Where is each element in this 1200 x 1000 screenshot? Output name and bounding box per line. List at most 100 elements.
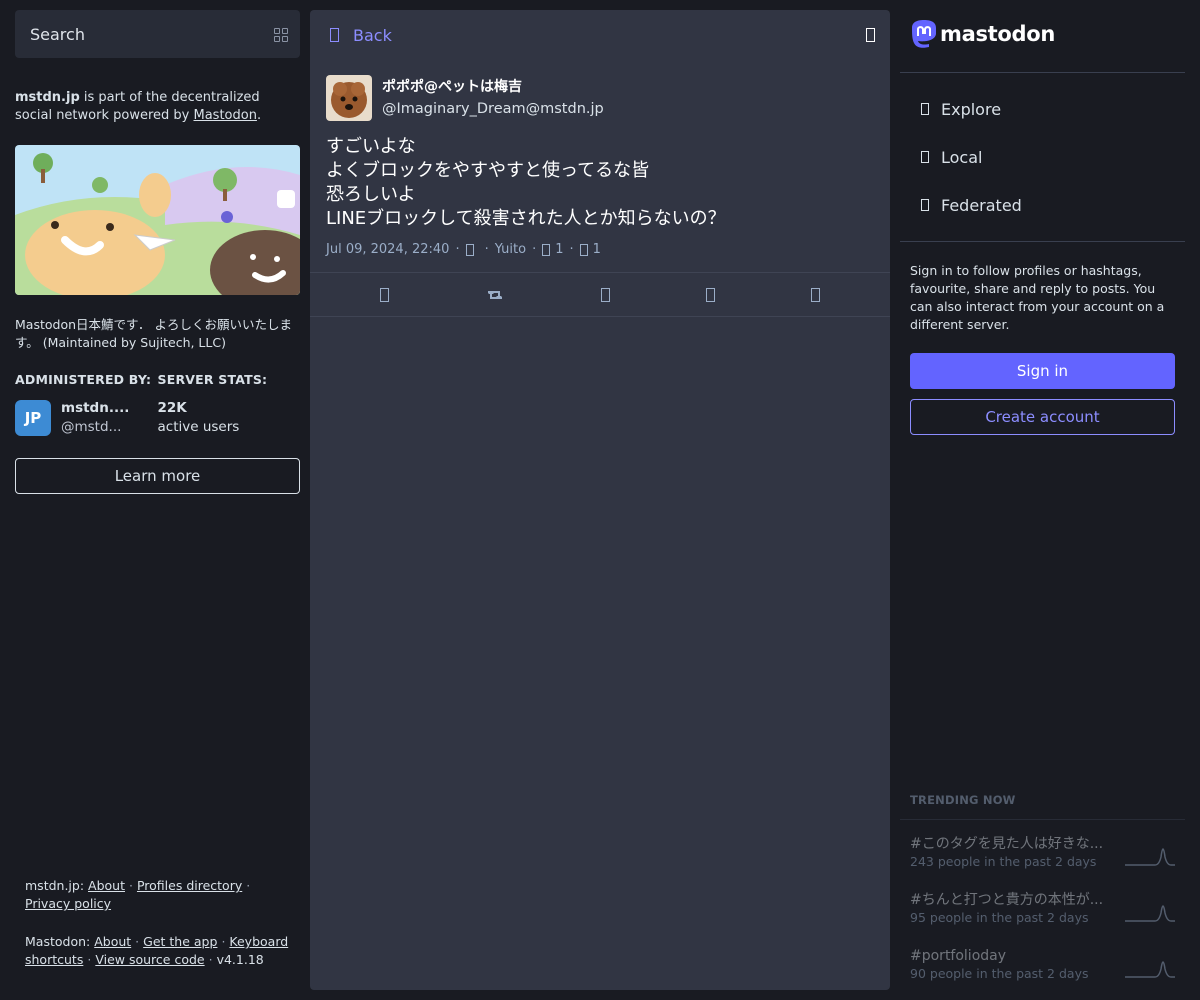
mastodon-about-link[interactable]: About bbox=[94, 934, 131, 949]
divider bbox=[900, 241, 1185, 242]
separator: · bbox=[221, 934, 226, 949]
right-sidebar: mastodon Explore Local Federated Sign in… bbox=[900, 10, 1185, 990]
nav-label: Local bbox=[941, 147, 983, 167]
status-timestamp[interactable]: Jul 09, 2024, 22:40 bbox=[326, 242, 449, 257]
more-icon[interactable] bbox=[811, 287, 820, 302]
sparkline bbox=[1125, 905, 1175, 922]
status-author[interactable]: ポポポ@ペットは梅吉 @Imaginary_Dream@mstdn.jp bbox=[326, 75, 874, 121]
active-users-label: active users bbox=[157, 419, 240, 435]
nav-label: Explore bbox=[941, 99, 1002, 119]
application-name: Yuito bbox=[494, 242, 527, 257]
status-column: Back ポポポ@ペットは梅吉 @Imaginary_Dream@mstdn.j… bbox=[310, 10, 890, 990]
status-line: 恐ろしいよ bbox=[326, 184, 416, 205]
learn-more-button[interactable]: Learn more bbox=[15, 458, 300, 494]
logo-text: mastodon bbox=[940, 22, 1056, 46]
trend-item[interactable]: #このタグを見た人は好きな... 243 people in the past … bbox=[900, 820, 1185, 876]
mastodon-logo-icon bbox=[912, 20, 936, 48]
server-description: mstdn.jp is part of the decentralized so… bbox=[15, 89, 300, 125]
nav-label: Federated bbox=[941, 195, 1022, 215]
sign-in-button[interactable]: Sign in bbox=[910, 353, 1175, 389]
separator: · bbox=[569, 242, 574, 257]
nav-item-local[interactable]: Local bbox=[900, 133, 1185, 181]
server-hero-image bbox=[15, 145, 300, 295]
avatar: JP bbox=[15, 400, 51, 436]
trend-tag: #このタグを見た人は好きな... bbox=[910, 836, 1104, 852]
bookmark-icon[interactable] bbox=[706, 287, 715, 302]
admin-handle: @mstd... bbox=[61, 419, 122, 435]
search-input[interactable] bbox=[15, 10, 300, 58]
display-name: ポポポ@ペットは梅吉 bbox=[382, 79, 522, 95]
active-users-count: 22K bbox=[157, 400, 187, 416]
account-handle: @Imaginary_Dream@mstdn.jp bbox=[382, 101, 604, 117]
trending-panel: TRENDING NOW #このタグを見た人は好きな... 243 people… bbox=[900, 793, 1185, 988]
separator: · bbox=[484, 242, 489, 257]
reblog-count[interactable]: 1 bbox=[555, 242, 563, 257]
column-settings-icon[interactable] bbox=[866, 28, 875, 42]
column-header: Back bbox=[310, 10, 890, 60]
footer: mstdn.jp: About · Profiles directory · Priva… bbox=[25, 877, 295, 969]
favourite-count[interactable]: 1 bbox=[593, 242, 601, 257]
navigation: Explore Local Federated bbox=[900, 73, 1185, 241]
separator: · bbox=[532, 242, 537, 257]
privacy-policy-link[interactable]: Privacy policy bbox=[25, 896, 111, 911]
nav-item-federated[interactable]: Federated bbox=[900, 181, 1185, 229]
admin-account[interactable]: JP mstdn.... @mstd... bbox=[15, 399, 158, 437]
footer-server-links: mstdn.jp: About · Profiles directory · Priva… bbox=[25, 878, 251, 911]
status-line: すごいよな bbox=[326, 136, 416, 157]
avatar[interactable] bbox=[326, 75, 372, 121]
stats-section: SERVER STATS: 22K active users bbox=[158, 372, 301, 437]
trend-item[interactable]: #ちんと打つと貴方の本性が... 95 people in the past 2… bbox=[900, 876, 1185, 932]
trend-tag: #portfolioday bbox=[910, 948, 1007, 964]
back-button[interactable]: Back bbox=[330, 26, 392, 45]
explore-icon bbox=[921, 103, 929, 115]
reblog-icon bbox=[542, 243, 551, 256]
trend-tag: #ちんと打つと貴方の本性が... bbox=[910, 892, 1104, 908]
stats-title: SERVER STATS: bbox=[157, 372, 268, 387]
separator: · bbox=[208, 952, 213, 967]
separator: · bbox=[87, 952, 92, 967]
mastodon-logo[interactable]: mastodon bbox=[910, 18, 1185, 50]
grid-icon bbox=[274, 28, 288, 42]
trend-uses: 95 people in the past 2 days bbox=[910, 910, 1089, 925]
server-stats-row: ADMINISTERED BY: JP mstdn.... @mstd... S… bbox=[15, 372, 300, 437]
trend-uses: 90 people in the past 2 days bbox=[910, 966, 1089, 981]
sparkline bbox=[1125, 848, 1175, 866]
status-line: よくブロックをやすやすと使ってるな皆 bbox=[326, 160, 650, 181]
view-source-link[interactable]: View source code bbox=[95, 952, 204, 967]
globe-icon bbox=[465, 243, 474, 256]
separator: · bbox=[128, 878, 133, 893]
trending-title: TRENDING NOW bbox=[900, 793, 1185, 820]
version-label: v4.1.18 bbox=[216, 952, 264, 967]
status-detail: ポポポ@ペットは梅吉 @Imaginary_Dream@mstdn.jp すごい… bbox=[310, 60, 890, 317]
separator: · bbox=[455, 242, 460, 257]
back-label: Back bbox=[353, 25, 392, 45]
back-icon bbox=[330, 28, 339, 42]
server-long-description: Mastodon日本鯖です． よろしくお願いいたします。 (Maintained… bbox=[15, 317, 292, 350]
footer-mastodon-links: Mastodon: About · Get the app · Keyboard sho… bbox=[25, 934, 289, 967]
server-domain: mstdn.jp bbox=[15, 90, 80, 105]
separator: · bbox=[246, 878, 251, 893]
admin-title: ADMINISTERED BY: bbox=[15, 372, 152, 387]
profiles-directory-link[interactable]: Profiles directory bbox=[137, 878, 242, 893]
get-app-link[interactable]: Get the app bbox=[143, 934, 217, 949]
globe-icon bbox=[921, 199, 929, 211]
admin-section: ADMINISTERED BY: JP mstdn.... @mstd... bbox=[15, 372, 158, 437]
local-icon bbox=[921, 151, 929, 163]
status-meta: Jul 09, 2024, 22:40 · · Yuito · 1 · 1 bbox=[326, 242, 874, 257]
separator: · bbox=[135, 934, 140, 949]
admin-name: mstdn.... bbox=[61, 400, 130, 416]
reply-icon[interactable] bbox=[380, 287, 389, 302]
boost-icon[interactable] bbox=[485, 288, 505, 302]
footer-mastodon: Mastodon bbox=[25, 934, 87, 949]
create-account-button[interactable]: Create account bbox=[910, 399, 1175, 435]
mastodon-link[interactable]: Mastodon bbox=[193, 108, 256, 123]
trend-uses: 243 people in the past 2 days bbox=[910, 854, 1097, 869]
nav-item-explore[interactable]: Explore bbox=[900, 85, 1185, 133]
trend-item[interactable]: #portfolioday 90 people in the past 2 da… bbox=[900, 932, 1185, 988]
search-box bbox=[15, 10, 300, 58]
server-desc-end: . bbox=[256, 108, 262, 123]
status-line: LINEブロックして殺害された人とか知らないの？ bbox=[326, 208, 726, 229]
about-link[interactable]: About bbox=[88, 878, 125, 893]
left-sidebar: mstdn.jp is part of the decentralized so… bbox=[15, 10, 300, 990]
favourite-icon[interactable] bbox=[601, 287, 610, 302]
